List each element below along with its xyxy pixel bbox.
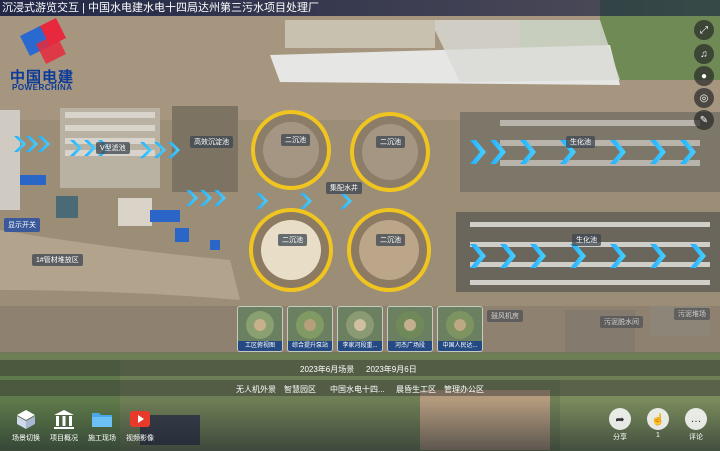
- scene-thumb-4[interactable]: 河杰广场段: [387, 306, 433, 352]
- label-erchen-4[interactable]: 二沉池: [376, 234, 405, 246]
- share-button[interactable]: ➦ 分享: [602, 408, 638, 448]
- pillars-icon: [54, 410, 74, 429]
- label-shenghua-1[interactable]: 生化池: [566, 136, 595, 148]
- category-tab-5[interactable]: 管理办公区: [444, 384, 484, 395]
- label-gaoxiao[interactable]: 高效沉淀池: [190, 136, 233, 148]
- expand-icon: ⤢: [700, 24, 708, 36]
- thumb-icon: ☝: [647, 408, 669, 430]
- thumb-image: [446, 311, 474, 339]
- thumb-image: [396, 311, 424, 339]
- thumb-label: 李家河段重...: [338, 341, 382, 351]
- scene-thumb-3[interactable]: 李家河段重...: [337, 306, 383, 352]
- comment-label: 评论: [689, 434, 703, 441]
- nav-video[interactable]: 视频影像: [120, 408, 160, 448]
- label-erchen-3[interactable]: 二沉池: [278, 234, 307, 246]
- window-title: 沉浸式游览交互 | 中国水电建水电十四局达州第三污水项目处理厂: [0, 0, 720, 16]
- display-toggle-button[interactable]: 显示开关: [4, 218, 40, 232]
- nav-construction-site[interactable]: 施工现场: [82, 408, 122, 448]
- nav-label: 项目概况: [50, 435, 78, 442]
- category-tab-4[interactable]: 晨昏生工区: [396, 384, 436, 395]
- thumb-label: 河杰广场段: [388, 341, 432, 351]
- category-tab-1[interactable]: 无人机外景: [236, 384, 276, 395]
- microphone-icon: ●: [700, 70, 708, 82]
- label-jipei[interactable]: 集配水井: [326, 182, 362, 194]
- share-icon: ➦: [609, 408, 631, 430]
- label-erchen-2[interactable]: 二沉池: [376, 136, 405, 148]
- gyro-button[interactable]: ◎: [694, 88, 714, 108]
- thumb-label: 工区俯视图: [238, 341, 282, 351]
- nav-label: 场景切换: [12, 435, 40, 442]
- date-tab-1[interactable]: 2023年6月场景: [300, 364, 354, 375]
- date-row: [0, 360, 720, 376]
- cube-icon: [17, 410, 35, 429]
- nav-project-overview[interactable]: 项目概况: [44, 408, 84, 448]
- thumb-label: 综合提升泵站: [288, 341, 332, 351]
- comment-button[interactable]: … 评论: [678, 408, 714, 448]
- thumb-image: [346, 311, 374, 339]
- scene-thumb-2[interactable]: 综合提升泵站: [287, 306, 333, 352]
- category-tab-3[interactable]: 中国水电十四...: [330, 384, 385, 395]
- like-count: 1: [656, 432, 660, 439]
- label-erchen-1[interactable]: 二沉池: [281, 134, 310, 146]
- fullscreen-button[interactable]: ⤢: [694, 20, 714, 40]
- share-label: 分享: [613, 434, 627, 441]
- date-tab-2[interactable]: 2023年9月6日: [366, 364, 417, 375]
- brand-sub: POWERCHINA: [12, 83, 73, 92]
- music-button[interactable]: ♫: [694, 44, 714, 64]
- thumb-image: [296, 311, 324, 339]
- voice-button[interactable]: ●: [694, 66, 714, 86]
- label-guanxian[interactable]: 1#管材堆放区: [32, 254, 83, 266]
- label-shenghua-2[interactable]: 生化池: [572, 234, 601, 246]
- edit-button[interactable]: ✎: [694, 110, 714, 130]
- label-v-pool[interactable]: V型滤池: [96, 142, 130, 154]
- gyroscope-icon: ◎: [699, 92, 709, 104]
- play-icon: [130, 411, 150, 427]
- nav-scene-switch[interactable]: 场景切换: [6, 408, 46, 448]
- pencil-icon: ✎: [699, 114, 709, 126]
- comment-icon: …: [685, 408, 707, 430]
- folder-icon: [92, 413, 112, 427]
- nav-label: 视频影像: [126, 435, 154, 442]
- category-tab-2[interactable]: 智慧园区: [284, 384, 316, 395]
- thumb-label: 中国人民达...: [438, 341, 482, 351]
- scene-thumb-1[interactable]: 工区俯视图: [237, 306, 283, 352]
- thumb-image: [246, 311, 274, 339]
- scene-thumb-5[interactable]: 中国人民达...: [437, 306, 483, 352]
- nav-label: 施工现场: [88, 435, 116, 442]
- like-button[interactable]: ☝ 1: [640, 408, 676, 448]
- music-icon: ♫: [700, 48, 708, 60]
